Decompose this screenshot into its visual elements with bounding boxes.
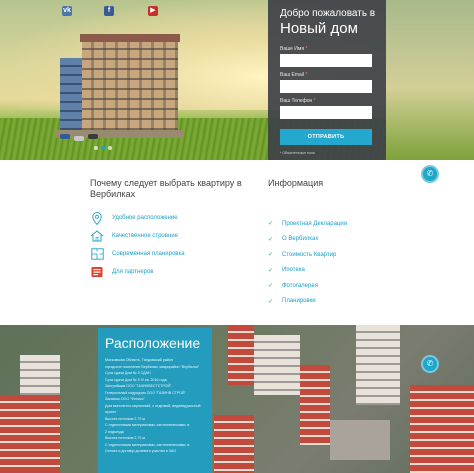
building-roof	[80, 34, 180, 42]
info-item: ✓ Проектная Декларация	[268, 216, 408, 232]
info-link[interactable]: Фотогалерея	[282, 283, 318, 289]
phone-callback-icon[interactable]: ✆	[421, 165, 439, 183]
required-mark: *	[313, 98, 316, 104]
signup-form: Добро пожаловать в Новый дом Ваше Имя * …	[268, 0, 386, 160]
slider-dot[interactable]	[108, 146, 112, 150]
building-main	[82, 40, 178, 136]
info-link[interactable]: Стоимость Квартир	[282, 252, 336, 258]
info-item: ✓ Ипотека	[268, 263, 408, 279]
info-item: ✓ Фотогалерея	[268, 278, 408, 294]
info-link[interactable]: Ипотека	[282, 267, 305, 273]
info-link[interactable]: Проектная Декларация	[282, 221, 347, 227]
slider-dot[interactable]	[94, 146, 98, 150]
car	[88, 134, 98, 139]
required-note: * Обязательные поля	[280, 151, 315, 155]
feature-label[interactable]: Современная планировка	[112, 251, 185, 257]
required-mark: *	[305, 46, 308, 52]
location-line: Дом монолитно-кирпичный, с отделкой, инд…	[105, 403, 201, 408]
check-icon: ✓	[268, 298, 274, 305]
feature-list: Удобное расположение Качественное стровн…	[90, 209, 250, 281]
check-icon: ✓	[268, 267, 274, 274]
name-label-text: Ваше Имя	[280, 46, 305, 52]
feature-label[interactable]: Удобное расположение	[112, 215, 178, 221]
location-section	[0, 325, 474, 473]
info-item: ✓ Планировки	[268, 294, 408, 310]
facebook-icon[interactable]: f	[104, 6, 114, 16]
phone-label-text: Ваш Телефон	[280, 98, 313, 104]
courtyard	[330, 420, 390, 460]
youtube-icon[interactable]: ▶	[148, 6, 158, 16]
check-icon: ✓	[268, 236, 274, 243]
building-tower	[228, 325, 254, 385]
email-label-text: Ваш Email	[280, 72, 305, 78]
info-section: Информация ✓ Проектная Декларация ✓ О Верб…	[268, 178, 408, 309]
building-tower	[20, 355, 60, 395]
check-icon: ✓	[268, 252, 274, 259]
form-title-line2: Новый дом	[280, 20, 358, 37]
info-item: ✓ Стоимость Квартир	[268, 247, 408, 263]
phone-field[interactable]	[280, 106, 372, 119]
phone-label: Ваш Телефон *	[280, 98, 376, 104]
email-field[interactable]	[280, 80, 372, 93]
name-field[interactable]	[280, 54, 372, 67]
car	[74, 136, 84, 141]
building-tower	[356, 325, 400, 405]
feature-item: Для партнеров	[90, 263, 250, 281]
phone-callback-icon[interactable]: ✆	[421, 355, 439, 373]
info-list: ✓ Проектная Декларация ✓ О Вербилках ✓ Стои…	[268, 216, 408, 309]
check-icon: ✓	[268, 283, 274, 290]
email-label: Ваш Email *	[280, 72, 376, 78]
required-mark: *	[305, 72, 308, 78]
info-item: ✓ О Вербилках	[268, 232, 408, 248]
building-tower	[300, 365, 330, 445]
feature-item: Качественное стровние	[90, 227, 250, 245]
slider-dot-active[interactable]	[101, 146, 105, 150]
why-title: Почему следует выбрать квартиру в Вербил…	[90, 178, 242, 199]
feature-item: Современная планировка	[90, 245, 250, 263]
feature-label[interactable]: Для партнеров	[112, 269, 154, 275]
building-tower	[254, 335, 300, 395]
check-icon: ✓	[268, 221, 274, 228]
info-title: Информация	[268, 178, 324, 188]
info-link[interactable]: О Вербилках	[282, 236, 318, 242]
partners-icon	[90, 265, 104, 279]
building-tower	[214, 415, 254, 473]
info-link[interactable]: Планировки	[282, 298, 316, 304]
location-pin-icon	[90, 211, 104, 225]
feature-label[interactable]: Качественное стровние	[112, 233, 178, 239]
submit-button[interactable]: ОТПРАВИТЬ	[280, 129, 372, 145]
form-title-line1: Добро пожаловать в	[280, 8, 376, 19]
car	[60, 134, 70, 139]
hero-background-right	[386, 0, 474, 160]
building-tower	[0, 395, 60, 473]
why-section: Почему следует выбрать квартиру в Вербил…	[90, 178, 250, 281]
feature-item: Удобное расположение	[90, 209, 250, 227]
location-panel: Расположение Московская Область, Талдомс…	[98, 328, 212, 473]
location-title: Расположение	[105, 335, 201, 351]
house-icon	[90, 229, 104, 243]
building-tower	[410, 385, 474, 473]
vk-icon[interactable]: vk	[62, 6, 72, 16]
floorplan-icon	[90, 247, 104, 261]
name-label: Ваше Имя *	[280, 46, 376, 52]
location-line: Оплата и договор долевого участия в ЗАО	[105, 449, 177, 453]
slider-dots	[94, 146, 112, 150]
